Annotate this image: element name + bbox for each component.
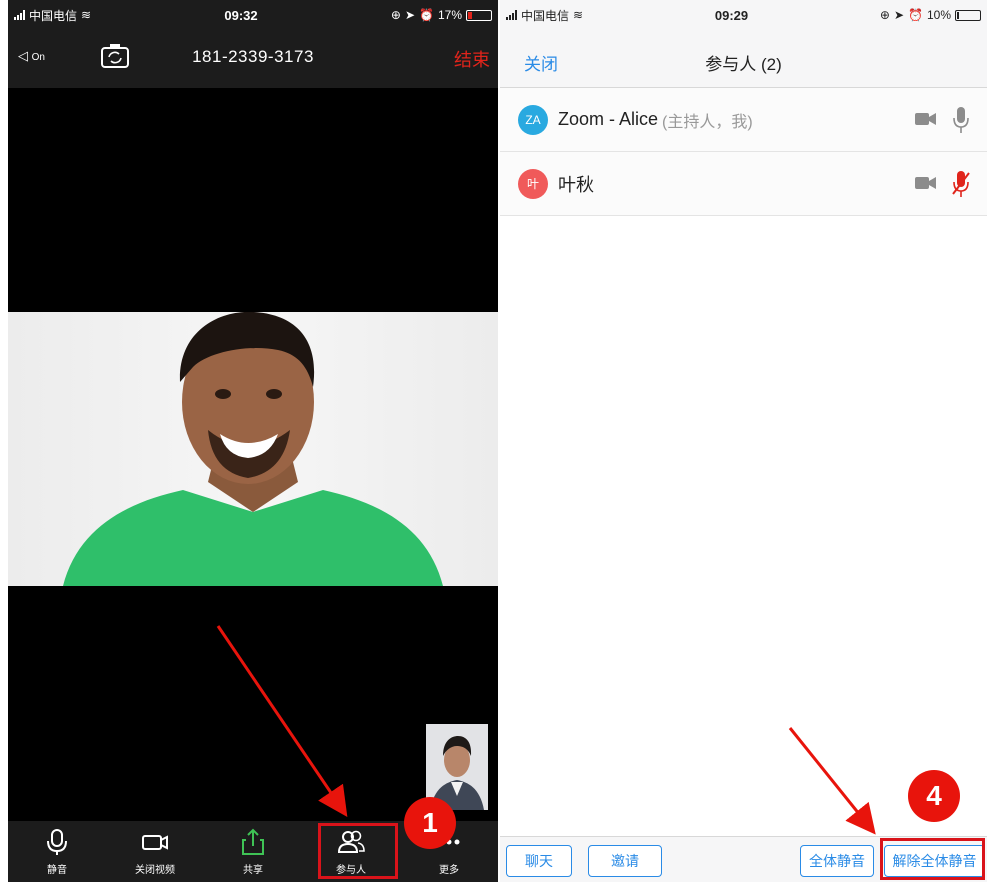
battery-icon	[955, 9, 981, 21]
signal-icon	[14, 10, 25, 20]
mic-muted-icon	[952, 171, 970, 197]
video-camera-icon	[915, 177, 936, 189]
lock-rotation-icon: ⊕	[390, 8, 401, 22]
video-area	[8, 88, 498, 821]
mute-all-button[interactable]: 全体静音	[800, 845, 874, 877]
wifi-icon: ≋	[573, 8, 584, 22]
carrier-name: 中国电信	[521, 8, 570, 23]
battery-icon	[466, 9, 492, 21]
meeting-topbar: ◁ On 181-2339-3173 结束	[8, 30, 498, 88]
carrier-name: 中国电信	[29, 8, 78, 23]
close-button[interactable]: 关闭	[524, 50, 558, 75]
avatar: 叶	[518, 168, 548, 199]
meeting-number: 181-2339-3173	[192, 47, 314, 66]
mute-button[interactable]: 静音	[8, 821, 106, 882]
video-camera-icon	[915, 113, 936, 125]
stop-video-label: 关闭视频	[135, 865, 175, 876]
mic-icon	[47, 829, 67, 855]
highlight-box-unmute-all	[880, 838, 985, 880]
status-bar: 中国电信 ≋ 09:29 ⊕ ➤ ⏰ 10%	[500, 0, 987, 30]
participant-list: ZA Zoom - Alice (主持人，我) 叶 叶秋	[500, 88, 987, 216]
speaker-person-image	[63, 312, 443, 586]
chat-button[interactable]: 聊天	[506, 845, 572, 877]
mute-label: 静音	[47, 865, 67, 876]
participant-name: 叶秋	[558, 174, 594, 195]
stop-video-button[interactable]: 关闭视频	[106, 821, 204, 882]
participant-role: (主持人，我)	[662, 113, 753, 131]
signal-icon	[506, 10, 517, 20]
active-speaker-video	[8, 312, 498, 586]
highlight-box-participants	[318, 823, 398, 879]
more-label: 更多	[439, 865, 459, 876]
lock-rotation-icon: ⊕	[879, 8, 890, 22]
alarm-icon: ⏰	[908, 8, 923, 22]
location-icon: ➤	[893, 8, 905, 22]
battery-percent: 17%	[437, 8, 462, 22]
battery-percent: 10%	[926, 8, 951, 22]
alarm-icon: ⏰	[419, 8, 434, 22]
page-title: 参与人 (2)	[705, 55, 782, 74]
participant-name: Zoom - Alice	[558, 109, 659, 129]
participant-row[interactable]: 叶 叶秋	[500, 152, 987, 216]
end-meeting-button[interactable]: 结束	[454, 46, 490, 72]
left-phone-screen: 中国电信 ≋ 09:32 ⊕ ➤ ⏰ 17% ◁ On 181-2339-317…	[8, 0, 498, 882]
avatar: ZA	[518, 104, 548, 135]
status-time: 09:29	[714, 7, 749, 23]
mic-icon	[953, 107, 969, 133]
share-button[interactable]: 共享	[204, 821, 302, 882]
right-phone-screen: 中国电信 ≋ 09:29 ⊕ ➤ ⏰ 10% 参与人 (2) 关闭 ZA Zoo…	[498, 0, 987, 882]
share-icon	[242, 828, 264, 855]
invite-button[interactable]: 邀请	[588, 845, 662, 877]
status-bar: 中国电信 ≋ 09:32 ⊕ ➤ ⏰ 17%	[8, 0, 498, 30]
status-time: 09:32	[224, 7, 258, 23]
location-icon: ➤	[404, 8, 416, 22]
wifi-icon: ≋	[81, 8, 92, 22]
step-badge-4: 4	[908, 770, 960, 822]
video-camera-icon	[142, 835, 168, 850]
participants-navbar: 参与人 (2) 关闭	[500, 30, 987, 88]
share-label: 共享	[243, 865, 263, 876]
participant-row[interactable]: ZA Zoom - Alice (主持人，我)	[500, 88, 987, 152]
step-badge-1: 1	[404, 797, 456, 849]
